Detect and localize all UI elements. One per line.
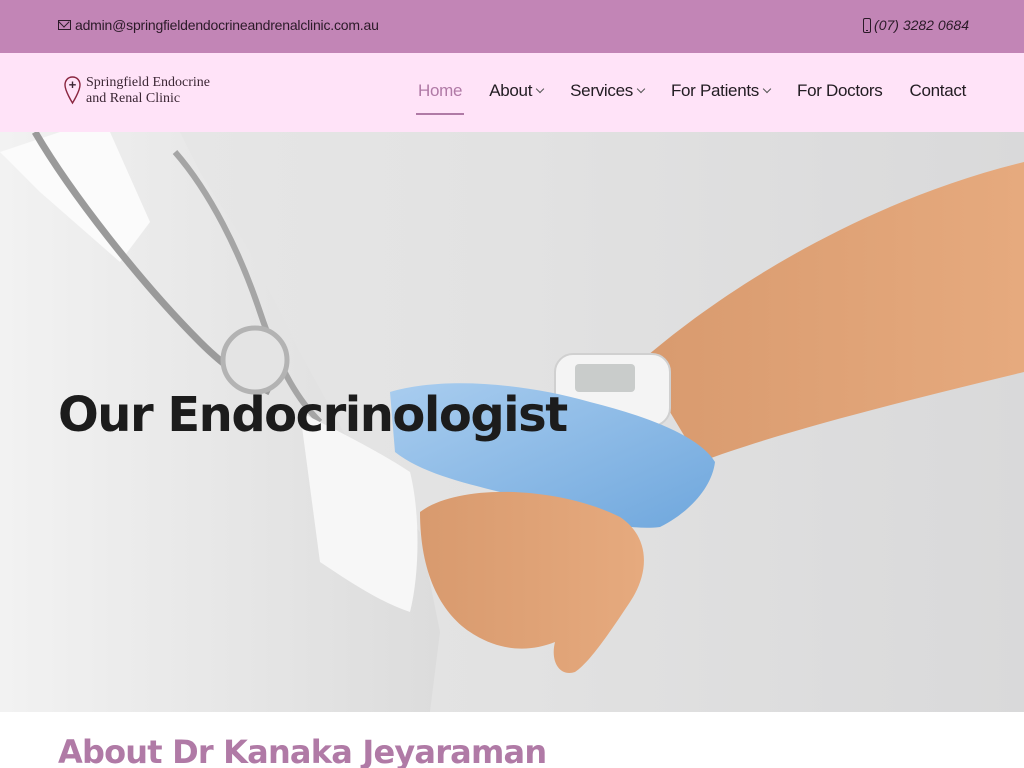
main-nav: Home About Services For Patients For Doc… xyxy=(416,81,967,115)
hero-banner: Our Endocrinologist xyxy=(0,132,1024,712)
about-heading: About Dr Kanaka Jeyaraman xyxy=(58,733,547,768)
email-link[interactable]: admin@springfieldendocrineandrenalclinic… xyxy=(58,17,379,33)
nav-item-label: Home xyxy=(418,81,463,100)
chevron-down-icon xyxy=(762,84,772,94)
nav-item-label: For Patients xyxy=(670,81,759,100)
nav-item-for-doctors[interactable]: For Doctors xyxy=(797,81,883,101)
phone-text[interactable]: (07) 3282 0684 xyxy=(874,17,969,33)
nav-item-services[interactable]: Services xyxy=(570,81,646,101)
nav-item-contact[interactable]: Contact xyxy=(910,81,967,101)
nav-item-label: Contact xyxy=(909,81,967,100)
logo-text: Springfield Endocrine and Renal Clinic xyxy=(86,75,210,107)
email-text[interactable]: admin@springfieldendocrineandrenalclinic… xyxy=(75,17,379,33)
nav-item-label: For Doctors xyxy=(797,81,883,100)
nav-item-home[interactable]: Home xyxy=(416,81,465,115)
nav-item-label: Services xyxy=(570,81,633,100)
mail-icon xyxy=(58,20,71,30)
chevron-down-icon xyxy=(636,84,646,94)
main-navbar: Springfield Endocrine and Renal Clinic H… xyxy=(0,53,1024,132)
top-contact-bar: admin@springfieldendocrineandrenalclinic… xyxy=(0,0,1024,53)
phone-link[interactable]: (07) 3282 0684 xyxy=(863,17,969,33)
nav-item-for-patients[interactable]: For Patients xyxy=(670,81,772,101)
chevron-down-icon xyxy=(535,84,545,94)
logo-line-2: and Renal Clinic xyxy=(86,91,181,106)
nav-item-about[interactable]: About xyxy=(489,81,545,101)
phone-icon xyxy=(863,17,872,33)
logo-line-1: Springfield Endocrine xyxy=(86,75,211,90)
hero-title: Our Endocrinologist xyxy=(58,387,568,443)
site-logo[interactable]: Springfield Endocrine and Renal Clinic xyxy=(64,75,210,111)
nav-item-label: About xyxy=(489,81,533,100)
location-pin-cross-icon xyxy=(64,76,81,105)
